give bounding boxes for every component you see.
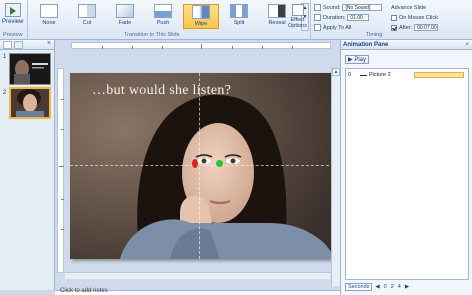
outline-tab[interactable] [14, 41, 23, 49]
sound-select[interactable]: [No Sound] [342, 4, 383, 11]
effect-options-button[interactable]: Effect Options [285, 0, 311, 40]
animation-pane-header: Animation Pane × [341, 40, 472, 50]
slide-2-image [11, 89, 49, 117]
motion-start-marker[interactable] [216, 160, 223, 167]
transition-gallery: None Cut Fade Push Wipe Split Reveal ▲ ▼ … [29, 0, 309, 40]
transition-push[interactable]: Push [145, 4, 181, 29]
vertical-ruler [57, 68, 64, 273]
notes-pane[interactable]: Click to add notes [55, 288, 340, 295]
transition-label: Fade [118, 20, 132, 26]
preview-group-label: Preview [3, 32, 23, 38]
transition-push-icon [154, 4, 172, 18]
transition-label: None [42, 20, 56, 26]
timing-group-label: Timing [366, 32, 383, 38]
preview-button-label[interactable]: Preview [2, 19, 23, 25]
transition-label: Push [156, 20, 170, 26]
transition-none-icon [40, 4, 58, 18]
play-button[interactable]: ▶ Play [345, 55, 369, 64]
on-click-checkbox[interactable] [391, 14, 397, 21]
sound-icon [314, 4, 321, 11]
slide-number: 1 [3, 54, 7, 60]
duration-row: Duration: 01.00 [314, 13, 370, 22]
apply-all-label: Apply To All [323, 24, 352, 31]
after-row: After: 00:07.00 [391, 23, 439, 32]
transition-cut[interactable]: Cut [69, 4, 105, 29]
pane-tabs: × [0, 40, 54, 50]
timeline-mark: 2 [390, 284, 394, 290]
preview-icon[interactable] [5, 3, 21, 17]
motion-end-marker[interactable] [192, 159, 198, 168]
duration-input[interactable]: 01.00 [347, 14, 370, 21]
animation-item-name: Picture 2 [369, 72, 391, 78]
slide-1-image [10, 54, 50, 84]
horizontal-guide[interactable] [70, 165, 334, 166]
slides-pane: × 1 2 [0, 40, 55, 290]
on-click-label: On Mouse Click [399, 14, 438, 21]
slide-photo[interactable] [70, 73, 334, 259]
slide-thumbnail-2[interactable] [9, 87, 51, 119]
horizontal-ruler [71, 42, 331, 49]
timeline-mark: 4 [397, 284, 401, 290]
duration-label: Duration: [323, 14, 346, 21]
slides-tab[interactable] [3, 41, 12, 49]
transition-reveal-icon [268, 4, 286, 18]
transition-wipe[interactable]: Wipe [183, 4, 219, 29]
transition-none[interactable]: None [31, 4, 67, 29]
on-click-row: On Mouse Click [391, 13, 438, 22]
after-checkbox[interactable] [391, 24, 397, 31]
timeline-mark: 0 [383, 284, 387, 290]
transition-split-icon [230, 4, 248, 18]
sound-row: Sound: [No Sound] [314, 3, 383, 12]
close-icon[interactable]: × [47, 40, 51, 47]
timing-group: Sound: [No Sound] Duration: 01.00 Apply … [311, 0, 472, 40]
transition-fade[interactable]: Fade [107, 4, 143, 29]
horizontal-scrollbar[interactable] [65, 272, 330, 279]
slide-canvas[interactable]: …but would she listen? [70, 73, 334, 259]
play-label: Play [354, 57, 366, 63]
duration-icon [314, 14, 321, 21]
after-label: After: [399, 24, 413, 31]
apply-all-icon [314, 24, 321, 31]
close-icon[interactable]: × [465, 40, 469, 50]
advance-slide-heading: Advance Slide [391, 3, 426, 12]
timeline-bar[interactable] [414, 72, 464, 78]
slide-editor: …but would she listen? ▲ [55, 40, 340, 290]
transition-wipe-icon [192, 5, 210, 19]
scroll-up-icon[interactable]: ▲ [332, 68, 340, 76]
preview-group: Preview Preview [0, 0, 28, 40]
slide-thumbnail-1[interactable] [9, 53, 51, 85]
effect-options-icon [291, 4, 304, 16]
ribbon: Preview Preview None Cut Fade Push Wipe … [0, 0, 472, 40]
motion-path-icon [360, 74, 367, 76]
sound-label: Sound: [323, 4, 341, 11]
animation-item[interactable]: 0 Picture 2 [348, 71, 468, 79]
notes-placeholder: Click to add notes [60, 288, 108, 294]
advance-slide-label: Advance Slide [391, 4, 427, 11]
slide-title[interactable]: …but would she listen? [92, 83, 231, 99]
vertical-guide[interactable] [199, 73, 200, 259]
transition-label: Wipe [194, 21, 208, 27]
transition-label: Cut [82, 20, 92, 26]
transitions-group-label: Transition to This Slide [124, 32, 180, 38]
play-icon: ▶ [348, 57, 353, 63]
animation-item-number: 0 [348, 72, 352, 78]
timeline-right-icon[interactable]: ▶ [405, 284, 409, 290]
animation-list: 0 Picture 2 [345, 68, 469, 280]
seconds-dropdown[interactable]: Seconds [345, 283, 373, 291]
vertical-scrollbar[interactable]: ▲ [331, 68, 340, 286]
after-input[interactable]: 00:07.00 [414, 24, 439, 31]
transition-split[interactable]: Split [221, 4, 257, 29]
effect-options-label: Effect Options [288, 17, 307, 29]
animation-pane: Animation Pane × ▶ Play 0 Picture 2 Seco… [340, 40, 472, 295]
apply-all-button[interactable]: Apply To All [314, 23, 351, 32]
transition-cut-icon [78, 4, 96, 18]
animation-timeline-footer: Seconds ◀ 0 2 4 ▶ [341, 282, 472, 292]
timeline-left-icon[interactable]: ◀ [375, 284, 379, 290]
transition-label: Split [233, 20, 245, 26]
animation-pane-title: Animation Pane [343, 42, 389, 48]
slide-number: 2 [3, 90, 7, 96]
transition-fade-icon [116, 4, 134, 18]
